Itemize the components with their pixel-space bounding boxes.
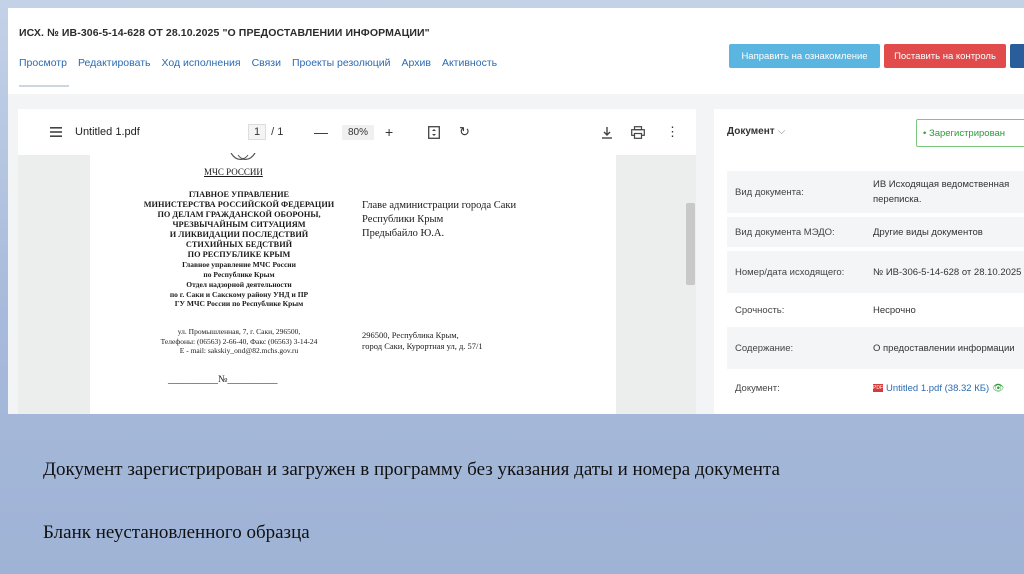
info-row-urgency: Срочность: Несрочно — [727, 297, 1024, 323]
download-icon[interactable] — [601, 109, 613, 155]
panel-heading[interactable]: Документ ⌵ — [727, 126, 785, 137]
tab-view[interactable]: Просмотр — [19, 57, 67, 69]
eye-icon[interactable]: 👁 — [992, 381, 1004, 396]
info-row-document-file: Документ: PDF Untitled 1.pdf (38.32 КБ) … — [727, 373, 1024, 403]
row-value: ИВ Исходящая ведомственная переписка. — [873, 179, 1010, 205]
pdf-page: МЧС РОССИИ ГЛАВНОЕ УПРАВЛЕНИЕ МИНИСТЕРСТ… — [90, 153, 616, 414]
status-badge: • Зарегистрирован — [916, 119, 1024, 147]
tab-archive[interactable]: Архив — [402, 57, 431, 69]
page-title: ИСХ. № ИВ-306-5-14-628 ОТ 28.10.2025 "О … — [19, 27, 430, 39]
pdf-toolbar: Untitled 1.pdf 1 / 1 — 80% + ↻ ⋮ — [18, 109, 696, 155]
slide-caption-secondary: Бланк неустановленного образца — [43, 522, 310, 543]
sender-contacts: ул. Промышленная, 7, г. Саки, 296500, Те… — [160, 327, 318, 355]
zoom-level[interactable]: 80% — [342, 109, 375, 155]
send-for-review-button[interactable]: Направить на ознакомление — [729, 44, 880, 68]
row-label: Вид документа МЭДО: — [735, 226, 835, 238]
app-screenshot: ИСХ. № ИВ-306-5-14-628 ОТ 28.10.2025 "О … — [8, 8, 1024, 414]
page-indicator: 1 / 1 — [248, 109, 283, 155]
fit-page-icon[interactable] — [428, 109, 440, 155]
put-on-control-button[interactable]: Поставить на контроль — [884, 44, 1006, 68]
tab-activity[interactable]: Активность — [442, 57, 497, 69]
row-value: О предоставлении информации — [873, 342, 1015, 354]
menu-icon[interactable] — [50, 109, 62, 155]
letter-number-line: __________№__________ — [168, 374, 278, 385]
active-tab-indicator — [19, 85, 69, 87]
sender-organization: ГЛАВНОЕ УПРАВЛЕНИЕ МИНИСТЕРСТВА РОССИЙСК… — [143, 190, 335, 279]
pdf-viewer: Untitled 1.pdf 1 / 1 — 80% + ↻ ⋮ МЧС РОС… — [18, 109, 696, 414]
row-label: Срочность: — [735, 304, 785, 316]
pdf-scrollbar[interactable] — [686, 203, 695, 285]
row-label: Документ: — [735, 382, 780, 394]
page-number-input[interactable]: 1 — [248, 124, 267, 140]
tab-progress[interactable]: Ход исполнения — [161, 57, 240, 69]
print-icon[interactable] — [631, 109, 645, 155]
sender-short-name: МЧС РОССИИ — [204, 167, 263, 177]
tab-resolutions[interactable]: Проекты резолюций — [292, 57, 391, 69]
slide-caption-main: Документ зарегистрирован и загружен в пр… — [43, 459, 780, 480]
document-file-link[interactable]: Untitled 1.pdf (38.32 КБ) — [886, 381, 989, 396]
info-row-doc-type: Вид документа: ИВ Исходящая ведомственна… — [727, 171, 1024, 213]
row-label: Содержание: — [735, 342, 794, 354]
tab-edit[interactable]: Редактировать — [78, 57, 151, 69]
more-icon[interactable]: ⋮ — [666, 109, 679, 155]
rotate-icon[interactable]: ↻ — [459, 109, 470, 155]
info-row-content: Содержание: О предоставлении информации — [727, 327, 1024, 369]
recipient-address: 296500, Республика Крым, город Саки, Кур… — [362, 330, 483, 351]
row-value: Другие виды документов — [873, 226, 983, 238]
tab-links[interactable]: Связи — [252, 57, 281, 69]
zoom-out-icon[interactable]: — — [314, 109, 328, 155]
zoom-in-icon[interactable]: + — [385, 109, 393, 155]
document-header: ИСХ. № ИВ-306-5-14-628 ОТ 28.10.2025 "О … — [8, 8, 1024, 94]
row-label: Номер/дата исходящего: — [735, 266, 845, 278]
row-value: Несрочно — [873, 304, 916, 316]
tab-bar: Просмотр Редактировать Ход исполнения Св… — [19, 57, 497, 69]
row-value: PDF Untitled 1.pdf (38.32 КБ) 👁 — [873, 373, 1023, 403]
row-value: № ИВ-306-5-14-628 от 28.10.2025 — [873, 266, 1022, 278]
letter-recipient: Главе администрации города Саки Республи… — [362, 200, 517, 239]
info-row-outgoing-number: Номер/дата исходящего: № ИВ-306-5-14-628… — [727, 251, 1024, 293]
emblem-icon — [230, 153, 256, 160]
pdf-page-area[interactable]: МЧС РОССИИ ГЛАВНОЕ УПРАВЛЕНИЕ МИНИСТЕРСТ… — [18, 153, 696, 414]
pdf-file-name: Untitled 1.pdf — [75, 126, 140, 138]
row-label: Вид документа: — [735, 186, 804, 198]
chevron-down-icon: ⌵ — [777, 126, 786, 137]
pdf-file-icon: PDF — [873, 384, 883, 392]
sender-department: Отдел надзорной деятельности по г. Саки … — [169, 280, 309, 308]
page-total: / 1 — [271, 126, 284, 138]
info-row-medo-type: Вид документа МЭДО: Другие виды документ… — [727, 217, 1024, 247]
extra-action-button[interactable] — [1010, 44, 1024, 68]
document-info-panel: Документ ⌵ • Зарегистрирован Вид документ… — [714, 109, 1024, 414]
